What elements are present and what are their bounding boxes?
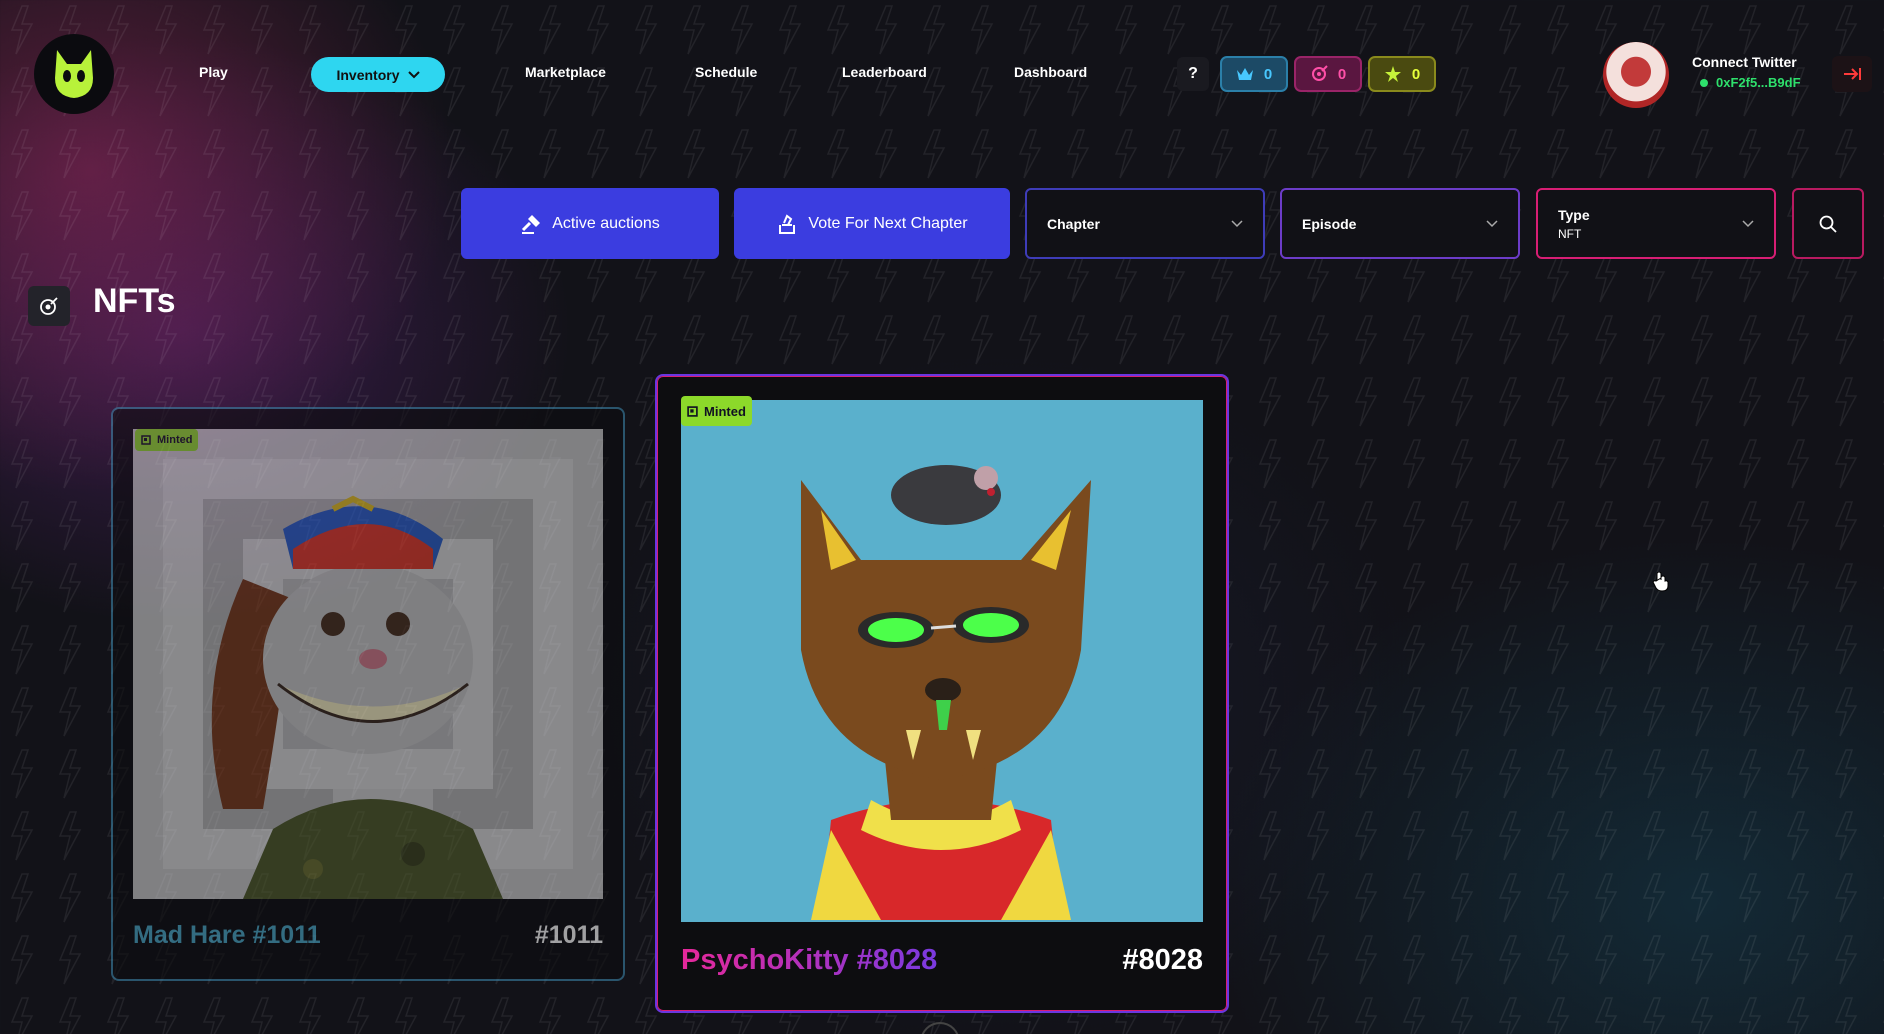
logout-icon bbox=[1844, 68, 1861, 80]
mint-icon bbox=[687, 405, 698, 417]
nft-name: PsychoKitty #8028 bbox=[681, 944, 938, 976]
chapter-select-label: Chapter bbox=[1047, 215, 1100, 232]
star-icon bbox=[1384, 66, 1401, 82]
search-icon bbox=[1819, 215, 1837, 233]
wallet-address[interactable]: 0xF2f5...B9dF bbox=[1700, 75, 1801, 90]
cat-logo-icon bbox=[55, 50, 93, 98]
active-auctions-label: Active auctions bbox=[552, 214, 660, 232]
nft-card-psychokitty[interactable]: Minted PsychoKitty #8028 #8028 bbox=[655, 374, 1229, 1013]
connect-twitter-link[interactable]: Connect Twitter bbox=[1692, 54, 1797, 70]
ballot-box-icon bbox=[779, 213, 796, 234]
top-navigation: Play Inventory Marketplace Schedule Lead… bbox=[0, 0, 1884, 150]
chevron-down-icon bbox=[1231, 219, 1243, 227]
active-auctions-button[interactable]: Active auctions bbox=[461, 188, 719, 259]
nft-card-mad-hare[interactable]: Minted Mad Hare #1011 #1011 bbox=[111, 407, 625, 981]
nft-image-psychokitty bbox=[681, 400, 1203, 922]
type-select[interactable]: Type NFT bbox=[1536, 188, 1776, 259]
help-button[interactable]: ? bbox=[1177, 57, 1209, 91]
vote-next-chapter-button[interactable]: Vote For Next Chapter bbox=[734, 188, 1010, 259]
chevron-down-icon bbox=[1486, 219, 1498, 227]
page-title: NFTs bbox=[93, 282, 176, 320]
nft-name: Mad Hare #1011 bbox=[133, 921, 321, 949]
vote-next-chapter-label: Vote For Next Chapter bbox=[808, 214, 968, 232]
wallet-address-text: 0xF2f5...B9dF bbox=[1716, 75, 1801, 90]
nav-play[interactable]: Play bbox=[199, 64, 228, 80]
star-count: 0 bbox=[1411, 65, 1421, 83]
crown-icon bbox=[1236, 68, 1253, 80]
episode-select-label: Episode bbox=[1302, 215, 1357, 232]
psychokitty-artwork-icon bbox=[681, 400, 1203, 922]
mint-icon bbox=[141, 435, 151, 445]
search-button[interactable] bbox=[1792, 188, 1864, 259]
nav-dashboard[interactable]: Dashboard bbox=[1014, 64, 1087, 80]
star-counter[interactable]: 0 bbox=[1368, 56, 1436, 92]
nav-schedule[interactable]: Schedule bbox=[695, 64, 757, 80]
chapter-select[interactable]: Chapter bbox=[1025, 188, 1265, 259]
target-icon bbox=[40, 297, 58, 315]
type-select-label: Type bbox=[1558, 206, 1590, 223]
mad-hare-artwork-icon bbox=[163, 459, 573, 899]
online-dot-icon bbox=[1700, 78, 1708, 87]
nft-number: #1011 bbox=[534, 921, 603, 949]
avatar[interactable] bbox=[1603, 42, 1669, 108]
episode-select[interactable]: Episode bbox=[1280, 188, 1520, 259]
nav-inventory[interactable]: Inventory bbox=[311, 57, 445, 92]
target-icon bbox=[1311, 65, 1328, 81]
chevron-down-icon bbox=[407, 70, 420, 78]
nft-image-mad-hare bbox=[133, 429, 603, 899]
chevron-down-icon bbox=[1742, 219, 1754, 227]
crown-counter[interactable]: 0 bbox=[1220, 56, 1288, 92]
nav-marketplace[interactable]: Marketplace bbox=[525, 64, 606, 80]
nav-leaderboard[interactable]: Leaderboard bbox=[842, 64, 927, 80]
target-counter[interactable]: 0 bbox=[1294, 56, 1362, 92]
hand-cursor-icon bbox=[1652, 572, 1669, 592]
nav-inventory-label: Inventory bbox=[336, 66, 400, 83]
nft-section-icon bbox=[28, 286, 70, 326]
logout-button[interactable] bbox=[1832, 56, 1872, 92]
target-count: 0 bbox=[1337, 65, 1347, 83]
minted-badge-label: Minted bbox=[157, 434, 193, 446]
gavel-icon bbox=[522, 214, 541, 234]
minted-badge: Minted bbox=[681, 396, 752, 426]
type-select-value: NFT bbox=[1558, 226, 1582, 241]
crown-count: 0 bbox=[1263, 65, 1273, 83]
scroll-indicator[interactable] bbox=[920, 1022, 960, 1034]
minted-badge-label: Minted bbox=[704, 403, 746, 419]
nft-number: #8028 bbox=[1122, 944, 1203, 976]
minted-badge: Minted bbox=[135, 429, 199, 451]
app-logo[interactable] bbox=[34, 34, 114, 114]
